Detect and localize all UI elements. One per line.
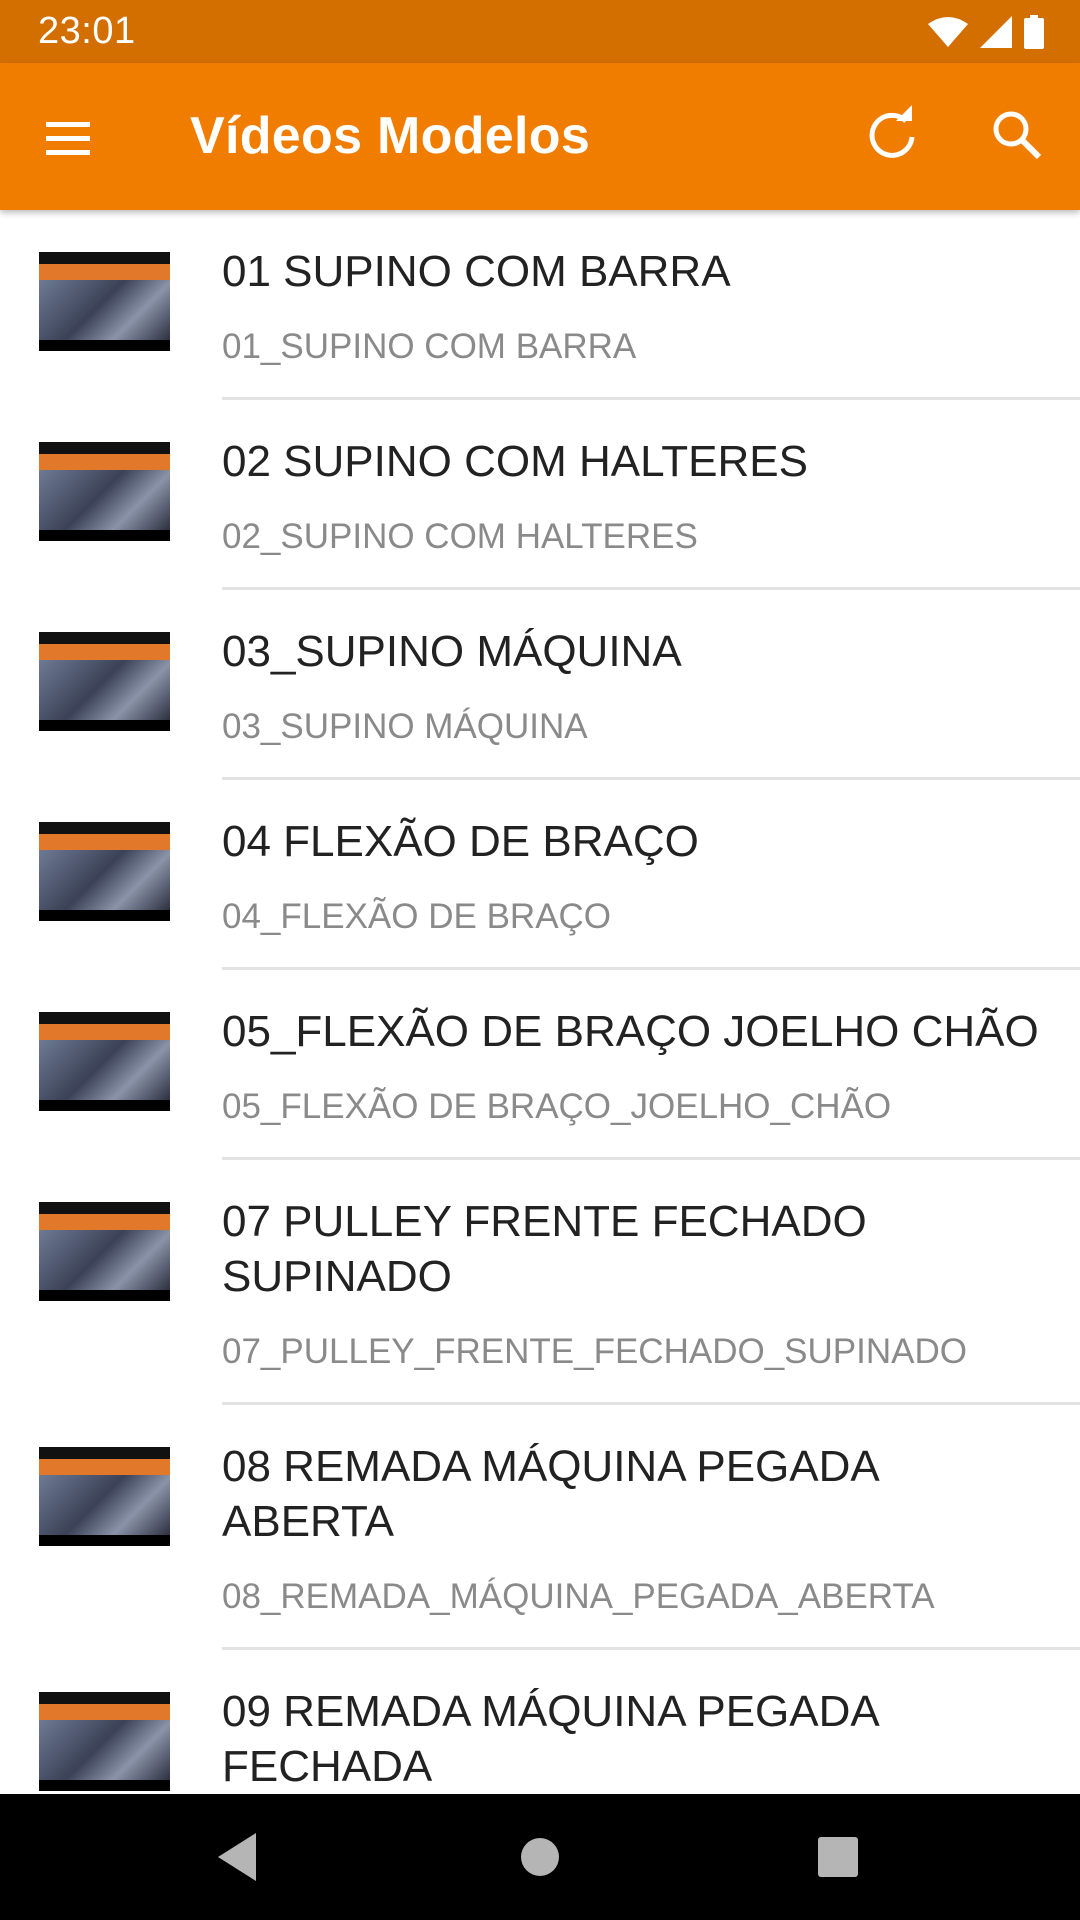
- video-subtitle: 05_FLEXÃO DE BRAÇO_JOELHO_CHÃO: [222, 1087, 892, 1126]
- refresh-button[interactable]: [860, 103, 924, 167]
- app-bar: Vídeos Modelos: [0, 63, 1080, 210]
- list-item[interactable]: 04 FLEXÃO DE BRAÇO 04_FLEXÃO DE BRAÇO: [0, 780, 1080, 970]
- status-bar: 23:01: [0, 0, 1080, 63]
- recents-icon: [818, 1837, 858, 1877]
- list-item[interactable]: 08 REMADA MÁQUINA PEGADA ABERTA 08_REMAD…: [0, 1405, 1080, 1650]
- list-item[interactable]: 01 SUPINO COM BARRA 01_SUPINO COM BARRA: [0, 210, 1080, 400]
- video-thumbnail: [39, 252, 170, 351]
- navigation-bar: [0, 1794, 1080, 1920]
- video-thumbnail: [39, 1447, 170, 1546]
- search-icon: [993, 111, 1042, 160]
- signal-icon: [980, 16, 1012, 48]
- video-title: 05_FLEXÃO DE BRAÇO JOELHO CHÃO: [222, 1007, 1039, 1056]
- menu-button[interactable]: [38, 108, 98, 168]
- video-title: 02 SUPINO COM HALTERES: [222, 437, 808, 486]
- back-icon: [218, 1833, 256, 1881]
- video-title: 09 REMADA MÁQUINA PEGADA FECHADA: [222, 1687, 878, 1791]
- video-thumbnail: [39, 1692, 170, 1791]
- page-title: Vídeos Modelos: [190, 107, 591, 165]
- list-item[interactable]: 09 REMADA MÁQUINA PEGADA FECHADA: [0, 1650, 1080, 1794]
- search-button[interactable]: [985, 103, 1049, 167]
- back-button[interactable]: [210, 1827, 270, 1887]
- list-item[interactable]: 03_SUPINO MÁQUINA 03_SUPINO MÁQUINA: [0, 590, 1080, 780]
- video-subtitle: 07_PULLEY_FRENTE_FECHADO_SUPINADO: [222, 1332, 967, 1371]
- video-thumbnail: [39, 442, 170, 541]
- list-item[interactable]: 07 PULLEY FRENTE FECHADO SUPINADO 07_PUL…: [0, 1160, 1080, 1405]
- video-title: 07 PULLEY FRENTE FECHADO SUPINADO: [222, 1197, 867, 1301]
- video-title: 01 SUPINO COM BARRA: [222, 247, 731, 296]
- status-time: 23:01: [38, 10, 136, 52]
- home-button[interactable]: [510, 1827, 570, 1887]
- video-subtitle: 01_SUPINO COM BARRA: [222, 327, 637, 366]
- video-list[interactable]: 01 SUPINO COM BARRA 01_SUPINO COM BARRA …: [0, 210, 1080, 1794]
- video-title: 08 REMADA MÁQUINA PEGADA ABERTA: [222, 1442, 878, 1546]
- battery-icon: [1024, 15, 1044, 49]
- recents-button[interactable]: [808, 1827, 868, 1887]
- video-thumbnail: [39, 822, 170, 921]
- video-title: 04 FLEXÃO DE BRAÇO: [222, 817, 699, 866]
- video-thumbnail: [39, 1012, 170, 1111]
- list-item[interactable]: 05_FLEXÃO DE BRAÇO JOELHO CHÃO 05_FLEXÃO…: [0, 970, 1080, 1160]
- list-item[interactable]: 02 SUPINO COM HALTERES 02_SUPINO COM HAL…: [0, 400, 1080, 590]
- video-subtitle: 04_FLEXÃO DE BRAÇO: [222, 897, 612, 936]
- video-subtitle: 08_REMADA_MÁQUINA_PEGADA_ABERTA: [222, 1577, 935, 1616]
- video-title: 03_SUPINO MÁQUINA: [222, 627, 682, 676]
- video-subtitle: 02_SUPINO COM HALTERES: [222, 517, 698, 556]
- status-icons: [928, 14, 1044, 50]
- video-thumbnail: [39, 1202, 170, 1301]
- menu-icon: [46, 122, 90, 155]
- home-icon: [521, 1838, 559, 1876]
- refresh-icon: [869, 105, 915, 158]
- video-subtitle: 03_SUPINO MÁQUINA: [222, 707, 588, 746]
- video-thumbnail: [39, 632, 170, 731]
- wifi-icon: [928, 17, 968, 47]
